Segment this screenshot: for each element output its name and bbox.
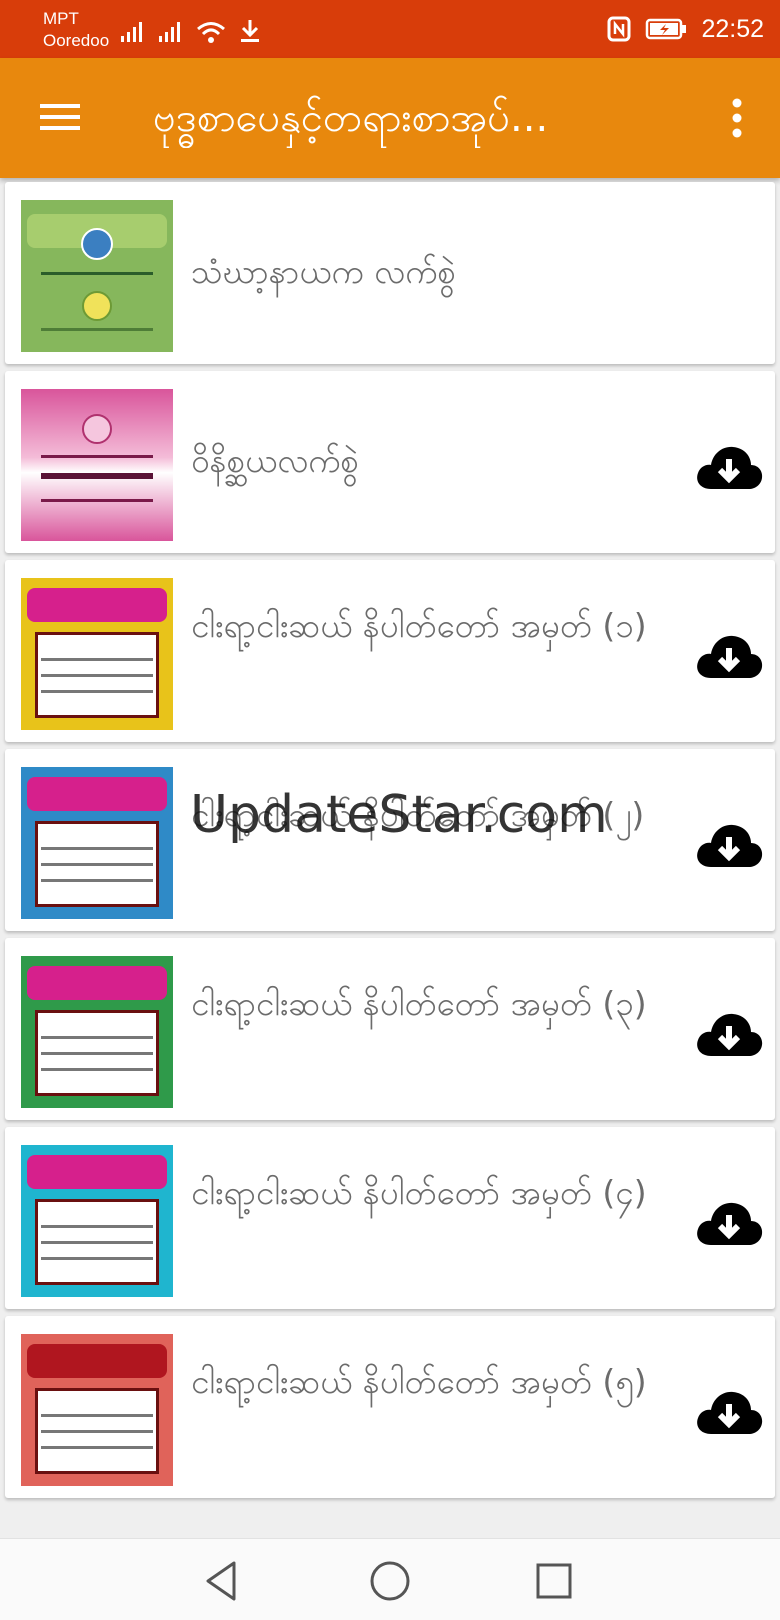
carrier-info: MPT Ooredoo: [43, 8, 109, 52]
list-item[interactable]: ဝိနိစ္ဆယလက်စွဲ: [5, 371, 775, 553]
book-cover-image: [21, 389, 173, 541]
back-button[interactable]: [198, 1557, 246, 1605]
back-triangle-icon: [206, 1561, 236, 1601]
book-cover-image: [21, 200, 173, 352]
book-cover-image: [21, 578, 173, 730]
list-item[interactable]: ငါးရာ့ငါးဆယ် နိပါတ်တော် အမှတ် (၄): [5, 1127, 775, 1309]
overflow-menu-button[interactable]: [724, 96, 750, 140]
cloud-download-icon: [697, 824, 763, 867]
menu-button[interactable]: [34, 94, 86, 140]
download-button[interactable]: [695, 632, 763, 680]
status-icons-right: 22:52: [607, 12, 764, 46]
list-item[interactable]: သံဃာ့နာယက လက်စွဲ: [5, 182, 775, 364]
signal-icon: [121, 22, 142, 42]
signal-icon: [159, 22, 180, 42]
book-cover-image: [21, 956, 173, 1108]
download-button[interactable]: [695, 821, 763, 869]
watermark: UpdateStar.com: [190, 785, 608, 845]
recents-button[interactable]: [530, 1557, 578, 1605]
status-bar: MPT Ooredoo 22:52: [0, 0, 780, 58]
wifi-icon: [197, 22, 225, 43]
app-bar: ဗုဒ္ဓစာပေနှင့်တရားစာအုပ်...: [0, 58, 780, 178]
download-button[interactable]: [695, 1010, 763, 1058]
download-button[interactable]: [695, 1199, 763, 1247]
nfc-icon: [607, 16, 631, 42]
home-button[interactable]: [366, 1557, 414, 1605]
home-circle-icon: [370, 1561, 410, 1601]
page-title: ဗုဒ္ဓစာပေနှင့်တရားစာအုပ်...: [153, 95, 549, 141]
list-item[interactable]: ငါးရာ့ငါးဆယ် နိပါတ်တော် အမှတ် (၅): [5, 1316, 775, 1498]
download-status-icon: [241, 20, 259, 42]
download-button[interactable]: [695, 1388, 763, 1436]
list-item[interactable]: ငါးရာ့ငါးဆယ် နိပါတ်တော် အမှတ် (၃): [5, 938, 775, 1120]
battery-icon: [646, 18, 687, 40]
book-title: သံဃာ့နာယက လက်စွဲ: [191, 252, 456, 291]
download-button[interactable]: [695, 443, 763, 491]
book-title: ငါးရာ့ငါးဆယ် နိပါတ်တော် အမှတ် (၁): [191, 606, 647, 645]
cloud-download-icon: [697, 1391, 763, 1434]
carrier-name-1: MPT: [43, 9, 79, 28]
cloud-download-icon: [697, 635, 763, 678]
carrier-name-2: Ooredoo: [43, 31, 110, 50]
book-cover-image: [21, 1145, 173, 1297]
book-title: ငါးရာ့ငါးဆယ် နိပါတ်တော် အမှတ် (၃): [191, 984, 647, 1023]
hamburger-menu-icon: [40, 104, 80, 130]
cloud-download-icon: [697, 446, 763, 489]
clock: 22:52: [701, 14, 764, 43]
cloud-download-icon: [697, 1202, 763, 1245]
list-item[interactable]: ငါးရာ့ငါးဆယ် နိပါတ်တော် အမှတ် (၁): [5, 560, 775, 742]
book-title: ဝိနိစ္ဆယလက်စွဲ: [191, 441, 359, 480]
book-title: ငါးရာ့ငါးဆယ် နိပါတ်တော် အမှတ် (၅): [191, 1362, 647, 1401]
cloud-download-icon: [697, 1013, 763, 1056]
book-title: ငါးရာ့ငါးဆယ် နိပါတ်တော် အမှတ် (၄): [191, 1173, 647, 1212]
status-icons-left: [120, 14, 262, 44]
recents-square-icon: [536, 1563, 572, 1599]
navigation-bar: [0, 1538, 780, 1620]
more-vert-icon: [732, 98, 742, 138]
book-cover-image: [21, 1334, 173, 1486]
book-cover-image: [21, 767, 173, 919]
